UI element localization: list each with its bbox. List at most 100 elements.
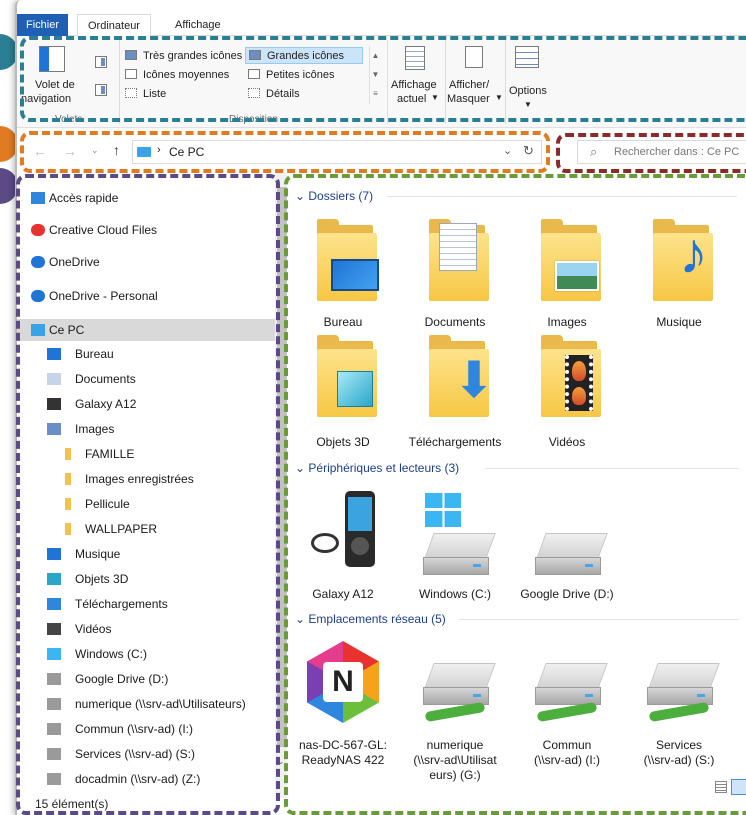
nav-item[interactable]: Images enregistrées bbox=[17, 468, 275, 490]
nav-item-label: Windows (C:) bbox=[75, 647, 148, 661]
layout-details[interactable]: Détails bbox=[245, 86, 363, 102]
nav-item[interactable]: Objets 3D bbox=[17, 568, 275, 590]
navigation-pane-button[interactable]: Volet de navigation bbox=[21, 40, 83, 112]
nav-item[interactable]: OneDrive - Personal bbox=[17, 285, 275, 307]
tile-label: Bureau bbox=[323, 315, 363, 329]
address-field[interactable]: › Ce PC ⌄ ↻ bbox=[132, 140, 542, 164]
desktop-icon bbox=[331, 259, 379, 291]
recent-locations-icon[interactable]: ⌄ bbox=[91, 145, 99, 156]
nav-item[interactable]: Google Drive (D:) bbox=[17, 668, 275, 690]
folder-tile-musique[interactable]: ♪ Musique bbox=[623, 215, 735, 329]
layout-small-icons[interactable]: Petites icônes bbox=[245, 67, 363, 83]
layout-scroll[interactable]: ▲ ▼ ≡ bbox=[369, 46, 381, 104]
folder-tile-images[interactable]: Images bbox=[511, 215, 623, 329]
folder-tile-telechargements[interactable]: ⬇ Téléchargements bbox=[399, 333, 511, 449]
computer-icon bbox=[137, 147, 151, 157]
nav-item[interactable]: Accès rapide bbox=[17, 187, 275, 209]
folder-tile-objets-3d[interactable]: Objets 3D bbox=[287, 333, 399, 449]
back-arrow-icon[interactable]: ← bbox=[33, 143, 47, 159]
folder-icon: ♪ bbox=[653, 219, 713, 301]
tab-view[interactable]: Affichage bbox=[165, 14, 231, 36]
folder-tile-documents[interactable]: Documents bbox=[399, 215, 511, 329]
nav-item-label: Services (\\srv-ad) (S:) bbox=[75, 747, 196, 761]
show-hide-label: Afficher/ bbox=[449, 79, 490, 91]
image-icon bbox=[47, 423, 61, 435]
nav-item[interactable]: Services (\\srv-ad) (S:) bbox=[17, 743, 275, 765]
options-button[interactable]: Options ▼ bbox=[507, 40, 553, 110]
nav-item[interactable]: docadmin (\\srv-ad) (Z:) bbox=[17, 768, 275, 790]
network-drive-icon bbox=[47, 698, 61, 710]
network-drive-icon bbox=[535, 663, 608, 707]
explorer-window: Fichier Ordinateur Affichage ︿ Volet de … bbox=[15, 0, 746, 815]
network-tile-readynas[interactable]: N nas-DC-567-GL: ReadyNAS 422 bbox=[287, 639, 399, 769]
breadcrumb-this-pc[interactable]: Ce PC bbox=[169, 145, 204, 159]
nav-item[interactable]: Commun (\\srv-ad) (I:) bbox=[17, 718, 275, 740]
windows-drive-icon bbox=[47, 648, 61, 660]
folder-tile-bureau[interactable]: Bureau bbox=[287, 215, 399, 329]
nav-item[interactable]: Ce PC bbox=[17, 319, 275, 341]
up-arrow-icon[interactable]: ↑ bbox=[113, 142, 120, 158]
nav-item[interactable]: Pellicule bbox=[17, 493, 275, 515]
forward-arrow-icon[interactable]: → bbox=[63, 143, 77, 159]
list-icon bbox=[125, 88, 137, 98]
ribbon: Volet de navigation Volets Très grandes … bbox=[17, 36, 746, 128]
nav-item-label: Bureau bbox=[75, 347, 114, 361]
details-view-toggle-icon[interactable] bbox=[715, 781, 727, 793]
layout-extra-large-icons[interactable]: Très grandes icônes bbox=[125, 48, 245, 64]
network-tile-numerique[interactable]: numerique (\\srv-ad\Utilisat eurs) (G:) bbox=[399, 639, 511, 782]
tab-file[interactable]: Fichier bbox=[17, 14, 68, 36]
device-tile-galaxy-a12[interactable]: Galaxy A12 bbox=[287, 487, 399, 601]
details-pane-icon[interactable] bbox=[95, 84, 107, 96]
ribbon-tabs: Fichier Ordinateur Affichage ︿ bbox=[17, 14, 746, 47]
section-folders[interactable]: ⌄ Dossiers (7) bbox=[295, 187, 745, 205]
tile-label: (\\srv-ad) (I:) bbox=[534, 753, 600, 767]
folder-icon bbox=[541, 335, 601, 417]
nav-item[interactable]: Galaxy A12 bbox=[17, 393, 275, 415]
section-devices[interactable]: ⌄ Périphériques et lecteurs (3) bbox=[295, 459, 745, 477]
refresh-icon[interactable]: ↻ bbox=[523, 143, 534, 159]
film-strip-icon bbox=[565, 355, 593, 411]
folder-tile-videos[interactable]: Vidéos bbox=[511, 333, 623, 449]
show-hide-button[interactable]: Afficher/ Masquer ▼ bbox=[447, 40, 503, 110]
layout-medium-icons[interactable]: Icônes moyennes bbox=[125, 67, 245, 83]
section-network[interactable]: ⌄ Emplacements réseau (5) bbox=[295, 610, 745, 628]
network-tile-services[interactable]: Services (\\srv-ad) (S:) bbox=[623, 639, 735, 769]
nav-item[interactable]: Bureau bbox=[17, 343, 275, 365]
nav-item[interactable]: numerique (\\srv-ad\Utilisateurs) bbox=[17, 693, 275, 715]
cloud-icon bbox=[31, 290, 45, 302]
nav-item[interactable]: FAMILLE bbox=[17, 443, 275, 465]
group-panes-title: Volets bbox=[55, 114, 83, 125]
large-icons-view-toggle-icon[interactable] bbox=[731, 779, 746, 795]
device-tile-windows-c[interactable]: Windows (C:) bbox=[399, 487, 511, 601]
nav-item[interactable]: OneDrive bbox=[17, 251, 275, 273]
current-view-button[interactable]: Affichage actuel ▼ bbox=[391, 40, 441, 110]
tab-computer[interactable]: Ordinateur bbox=[77, 14, 151, 37]
layout-large-icons[interactable]: Grandes icônes bbox=[245, 47, 363, 64]
tile-label: Téléchargements bbox=[408, 435, 502, 449]
nav-item-label: Objets 3D bbox=[75, 572, 129, 586]
nav-item[interactable]: Musique bbox=[17, 543, 275, 565]
nav-item[interactable]: Vidéos bbox=[17, 618, 275, 640]
current-view-label-2: actuel bbox=[397, 93, 427, 105]
section-chevron-icon: ⌄ bbox=[295, 612, 309, 626]
search-field[interactable]: ⌕ Rechercher dans : Ce PC bbox=[577, 140, 746, 164]
nav-item[interactable]: WALLPAPER bbox=[17, 518, 275, 540]
hard-drive-icon bbox=[423, 533, 496, 577]
device-tile-google-drive-d[interactable]: Google Drive (D:) bbox=[511, 487, 623, 601]
nav-item[interactable]: Images bbox=[17, 418, 275, 440]
scroll-down-icon[interactable]: ⌄ bbox=[277, 756, 285, 767]
nav-item[interactable]: Téléchargements bbox=[17, 593, 275, 615]
layout-label: Petites icônes bbox=[266, 69, 335, 81]
current-view-label: Affichage bbox=[391, 79, 437, 91]
dropdown-arrow-icon: ▼ bbox=[495, 93, 503, 102]
scrollbar-thumb[interactable] bbox=[277, 187, 287, 747]
nav-item[interactable]: Creative Cloud Files bbox=[17, 219, 275, 241]
tile-label: Objets 3D bbox=[316, 435, 370, 449]
nav-item[interactable]: Windows (C:) bbox=[17, 643, 275, 665]
network-tile-commun[interactable]: Commun (\\srv-ad) (I:) bbox=[511, 639, 623, 769]
folder-icon bbox=[65, 473, 71, 485]
address-dropdown-icon[interactable]: ⌄ bbox=[503, 144, 512, 157]
nav-item[interactable]: Documents bbox=[17, 368, 275, 390]
layout-list[interactable]: Liste bbox=[125, 86, 245, 102]
preview-pane-icon[interactable] bbox=[95, 56, 107, 68]
